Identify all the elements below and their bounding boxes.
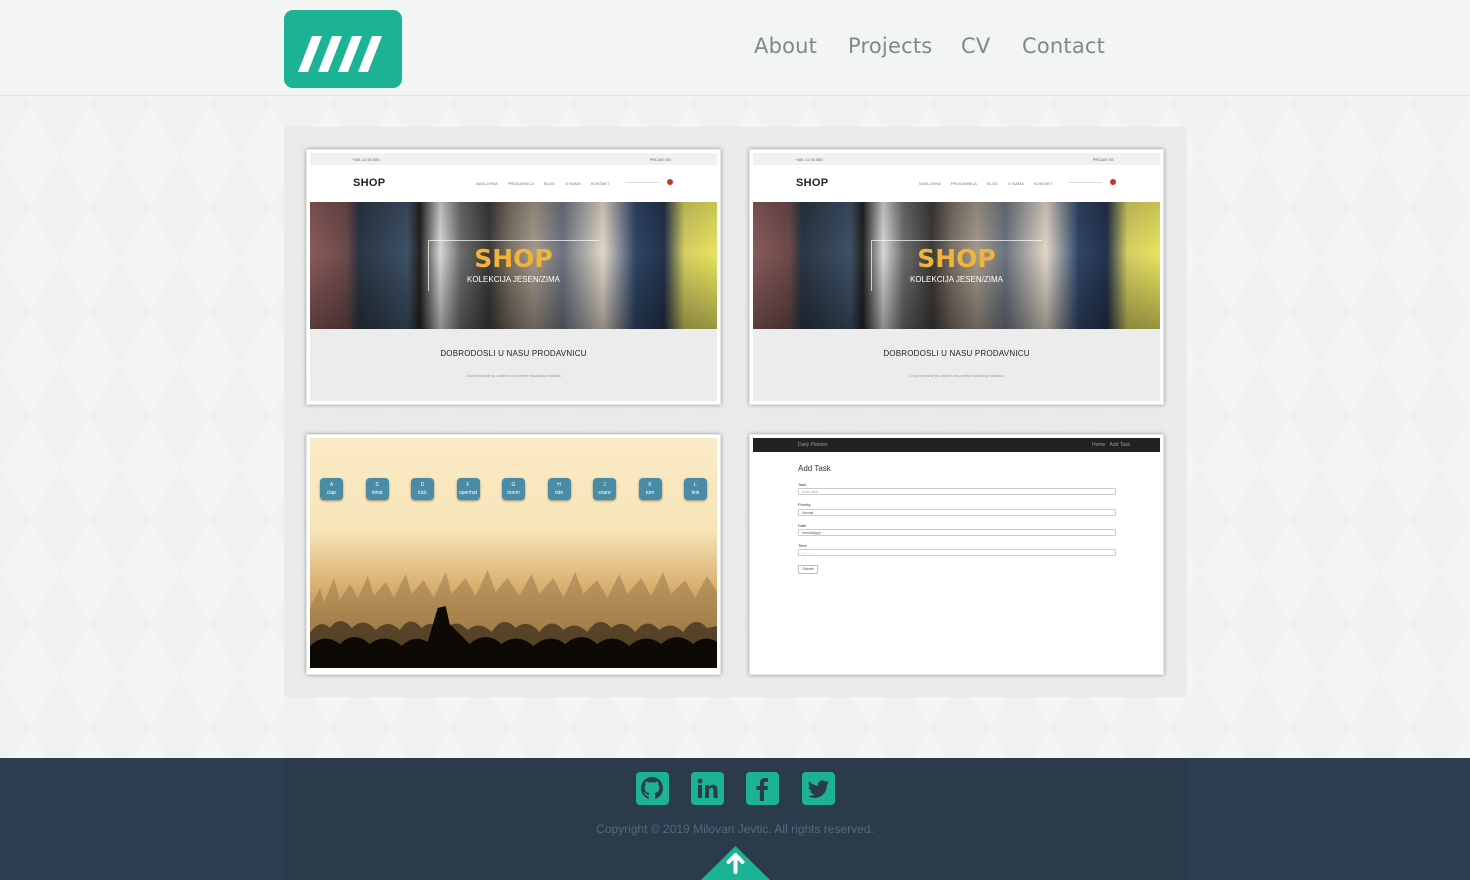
- facebook-icon[interactable]: [746, 772, 779, 805]
- project-card-drum-kit[interactable]: Aclap Shihat Dkick Fopenhat Gboom Hride …: [306, 434, 721, 675]
- arrow-up-icon: [701, 846, 770, 880]
- shop-link: PRODAVNICA: [950, 180, 977, 186]
- shop-brand: SHOP: [353, 177, 386, 189]
- shop-welcome: DOBRODOSLI U NASU PRODAVNICU Ovaj templa…: [753, 329, 1160, 401]
- hero-title: SHOP: [917, 244, 996, 273]
- cart-icon: [667, 179, 673, 185]
- nav-projects[interactable]: Projects: [848, 34, 932, 58]
- drum-key: Hride: [547, 478, 571, 500]
- shop-links: NASLOVNA PRODAVNICA BLOG O NAMA KONTAKT: [476, 181, 609, 186]
- drum-key: Dkick: [411, 478, 434, 500]
- header: About Projects CV Contact: [0, 0, 1470, 96]
- task-label: Task: [798, 482, 807, 487]
- shop-hero-image: SHOP KOLEKCIJA JESEN/ZIMA: [310, 202, 717, 329]
- planner-screenshot: Daily Planner Home Add Task Add Task Tas…: [753, 438, 1160, 668]
- shop-phone: +381 11 55 555: [352, 156, 380, 162]
- copyright-text: Copyright © 2019 Milovan Jevtic. All rig…: [596, 822, 874, 836]
- shop-links: NASLOVNA PRODAVNICA BLOG O NAMA KONTAKT: [919, 181, 1052, 186]
- shop-link: BLOG: [543, 180, 556, 186]
- shop-brand: SHOP: [796, 177, 829, 189]
- drum-key: Ktom: [638, 478, 662, 500]
- time-label: Time: [798, 543, 807, 548]
- hero-subtitle: KOLEKCIJA JESEN/ZIMA: [467, 275, 560, 284]
- nav-cv[interactable]: CV: [961, 34, 990, 58]
- planner-links: Home Add Task: [1092, 442, 1130, 448]
- drum-key: Ltink: [684, 478, 707, 500]
- shop-link: BLOG: [986, 180, 999, 186]
- shop-search-line: [1068, 182, 1102, 183]
- shop-navbar: SHOP NASLOVNA PRODAVNICA BLOG O NAMA KON…: [753, 165, 1160, 201]
- logo[interactable]: [284, 10, 402, 88]
- shop-link: O NAMA: [1008, 180, 1024, 186]
- nav-about[interactable]: About: [754, 34, 817, 58]
- crowd-silhouette: [310, 570, 717, 668]
- drum-key: Shihat: [365, 478, 389, 500]
- welcome-text: Ovaj template je urađen za potrebe škols…: [909, 373, 1004, 378]
- date-label: Date: [798, 523, 807, 528]
- shop-link: KONTAKT: [590, 180, 610, 186]
- project-card-shop[interactable]: +381 11 55 555 PRIJAVI SE SHOP NASLOVNA …: [306, 149, 721, 405]
- github-icon[interactable]: [636, 772, 669, 805]
- shop-search-line: [625, 182, 659, 183]
- welcome-title: DOBRODOSLI U NASU PRODAVNICU: [883, 349, 1030, 358]
- planner-navbar: Daily Planner Home Add Task: [753, 438, 1160, 452]
- shop-navbar: SHOP NASLOVNA PRODAVNICA BLOG O NAMA KON…: [310, 165, 717, 201]
- shop-screenshot: +381 11 55 555 PRIJAVI SE SHOP NASLOVNA …: [310, 153, 717, 401]
- drum-kit-screenshot: Aclap Shihat Dkick Fopenhat Gboom Hride …: [310, 438, 717, 668]
- drum-key: Fopenhat: [456, 478, 480, 500]
- shop-phone: +381 11 55 555: [795, 156, 823, 162]
- task-input: Enter task: [798, 488, 1116, 495]
- planner-app-name: Daily Planner: [798, 442, 828, 448]
- shop-link: KONTAKT: [1033, 180, 1053, 186]
- shop-link: O NAMA: [565, 180, 581, 186]
- shop-link: NASLOVNA: [476, 180, 498, 186]
- drum-keys: Aclap Shihat Dkick Fopenhat Gboom Hride …: [320, 478, 707, 500]
- drum-key: Aclap: [320, 478, 343, 500]
- priority-select: Normal: [798, 509, 1116, 516]
- priority-label: Priority: [798, 502, 811, 507]
- shop-welcome: DOBRODOSLI U NASU PRODAVNICU Ovaj templa…: [310, 329, 717, 401]
- welcome-title: DOBRODOSLI U NASU PRODAVNICU: [440, 349, 587, 358]
- cart-icon: [1110, 179, 1116, 185]
- drum-key: Gboom: [502, 478, 525, 500]
- drum-key: Jsnare: [593, 478, 616, 500]
- planner-submit-button: Submit: [798, 565, 818, 574]
- twitter-icon[interactable]: [802, 772, 835, 805]
- welcome-text: Ovaj template je urađen za potrebe škols…: [466, 373, 561, 378]
- date-input: mm/dd/yyyy: [798, 529, 1116, 536]
- shop-login: PRIJAVI SE: [1092, 156, 1114, 162]
- time-input: --:-- --: [798, 549, 1116, 556]
- shop-topbar: +381 11 55 555 PRIJAVI SE: [753, 153, 1160, 165]
- logo-mark-icon: [298, 36, 382, 72]
- linkedin-icon[interactable]: [691, 772, 724, 805]
- shop-link: PRODAVNICA: [507, 180, 534, 186]
- project-card-planner[interactable]: Daily Planner Home Add Task Add Task Tas…: [749, 434, 1164, 675]
- shop-screenshot: +381 11 55 555 PRIJAVI SE SHOP NASLOVNA …: [753, 153, 1160, 401]
- planner-title: Add Task: [798, 464, 831, 473]
- shop-login: PRIJAVI SE: [649, 156, 671, 162]
- nav-contact[interactable]: Contact: [1022, 34, 1105, 58]
- shop-hero-image: SHOP KOLEKCIJA JESEN/ZIMA: [753, 202, 1160, 329]
- project-card-shop-2[interactable]: +381 11 55 555 PRIJAVI SE SHOP NASLOVNA …: [749, 149, 1164, 405]
- shop-topbar: +381 11 55 555 PRIJAVI SE: [310, 153, 717, 165]
- shop-link: NASLOVNA: [919, 180, 941, 186]
- hero-title: SHOP: [474, 244, 553, 273]
- hero-subtitle: KOLEKCIJA JESEN/ZIMA: [910, 275, 1003, 284]
